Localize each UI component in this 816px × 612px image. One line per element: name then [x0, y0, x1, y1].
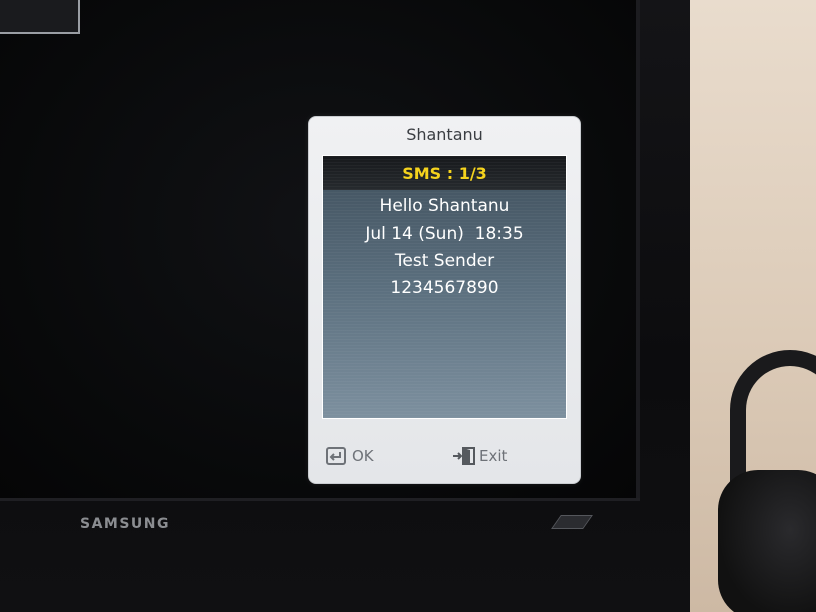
screen-bottom-edge: [0, 498, 640, 501]
sender-name: Test Sender: [394, 251, 495, 271]
brand-logo: SAMSUNG: [80, 516, 171, 532]
dialog-footer: OK Exit: [309, 435, 580, 475]
corner-window: [0, 0, 80, 34]
enter-icon: [325, 446, 347, 466]
sensor-indicator: [551, 515, 593, 529]
scene: SAMSUNG Shantanu SMS : 1/3 Hello Shantan…: [0, 0, 816, 612]
sms-dialog: Shantanu SMS : 1/3 Hello Shantanu Jul 14…: [308, 116, 581, 484]
exit-door-icon: [452, 446, 475, 466]
ok-label: OK: [352, 447, 374, 465]
exit-button[interactable]: Exit: [452, 445, 507, 467]
sms-counter: SMS : 1/3: [323, 156, 566, 190]
headphone-earcup: [718, 470, 816, 612]
screen-edge: [636, 0, 640, 498]
exit-label: Exit: [479, 447, 508, 465]
message-datetime: Jul 14 (Sun) 18:35: [365, 224, 524, 244]
dialog-title: Shantanu: [406, 125, 483, 144]
message-text: Hello Shantanu: [379, 196, 510, 216]
sender-number: 1234567890: [390, 278, 499, 298]
message-panel: SMS : 1/3 Hello Shantanu Jul 14 (Sun) 18…: [322, 155, 567, 419]
ok-button[interactable]: OK: [325, 445, 374, 467]
